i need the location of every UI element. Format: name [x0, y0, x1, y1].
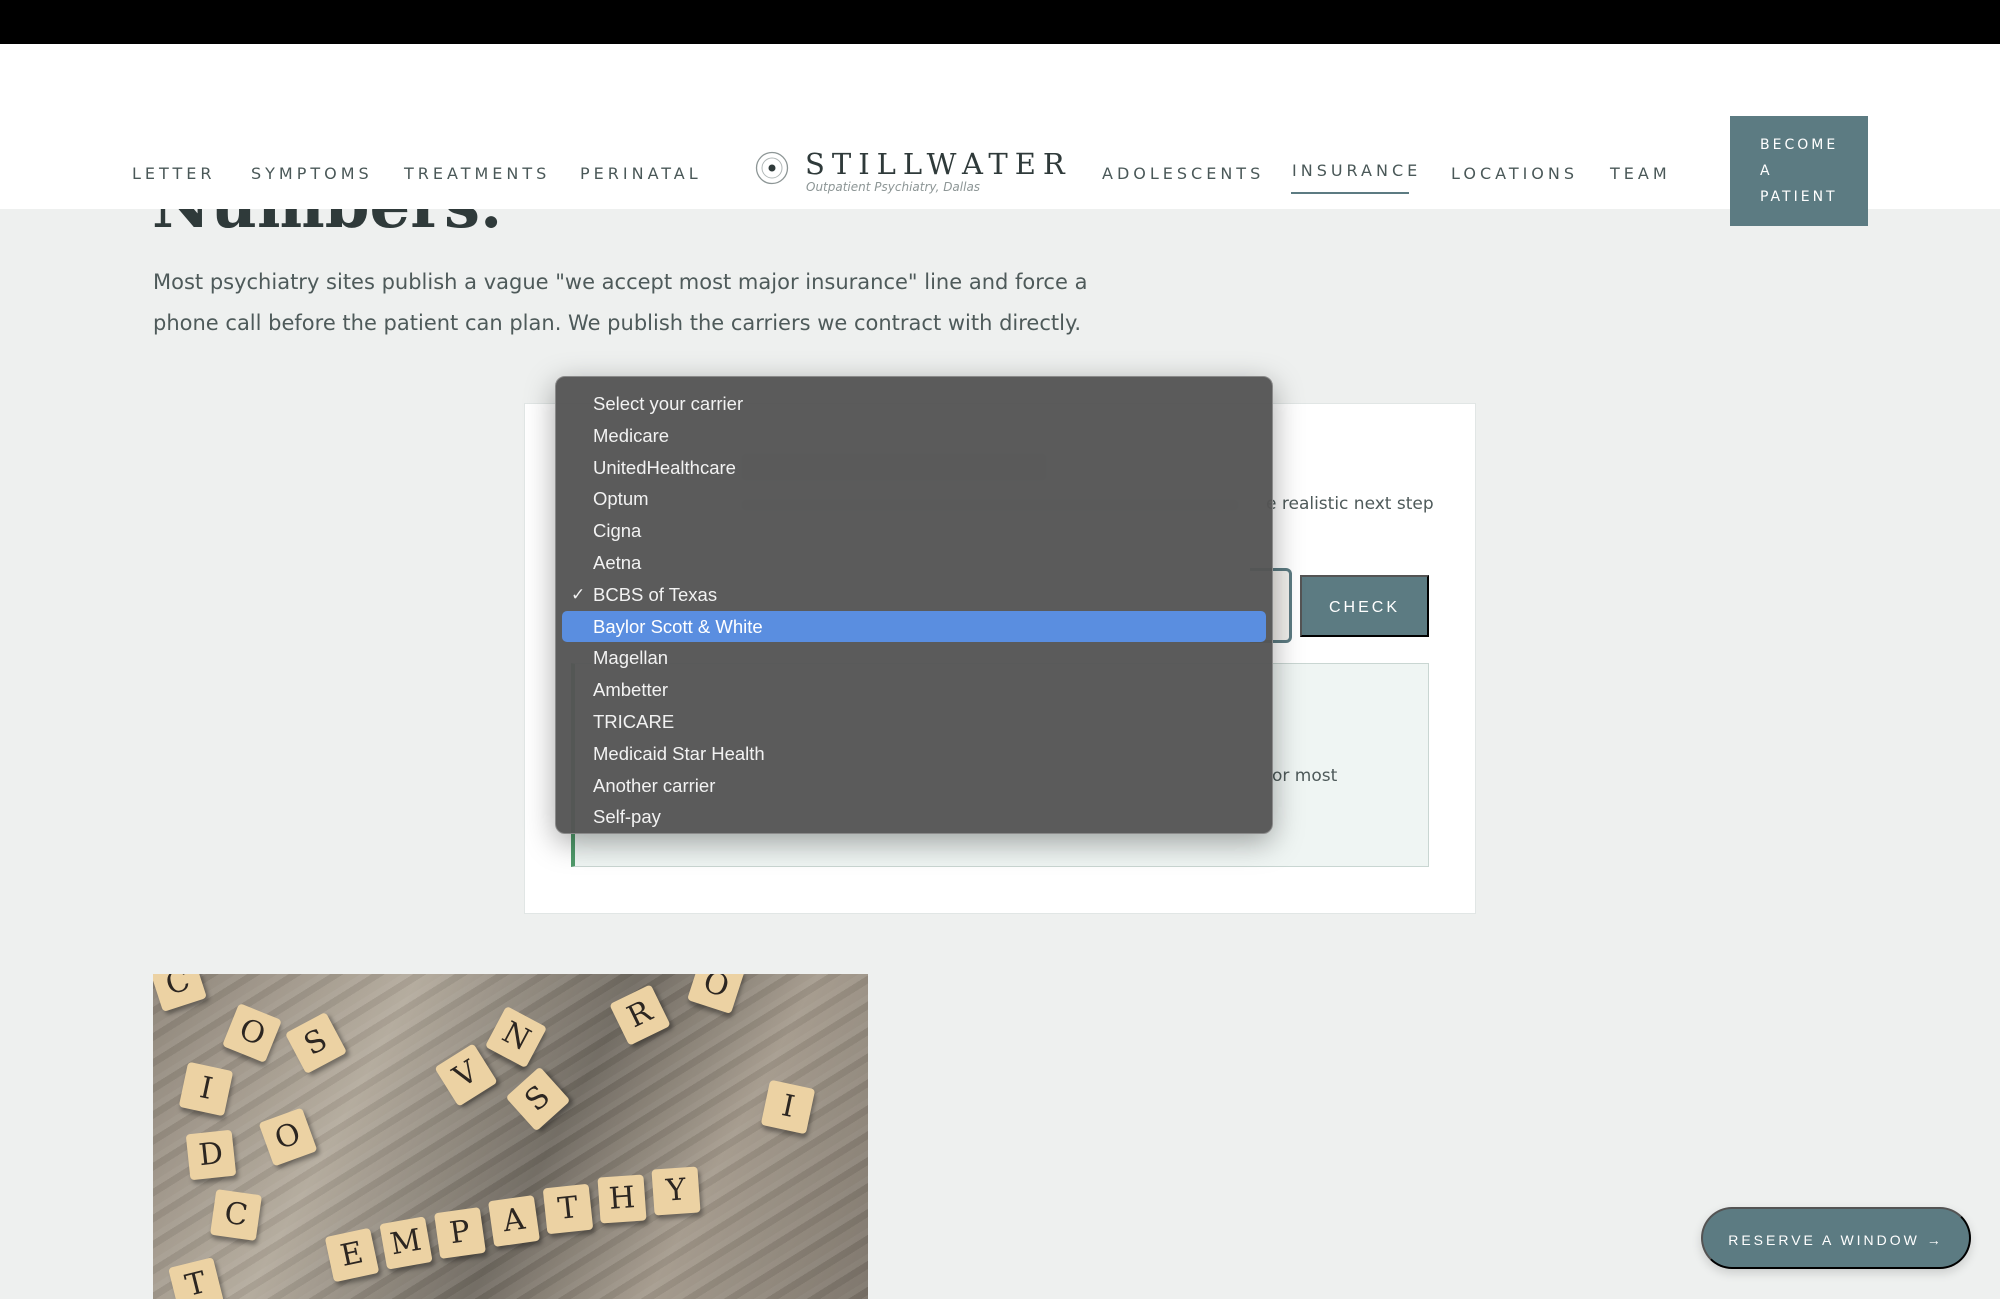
letter-tile: I	[760, 1079, 816, 1135]
check-button[interactable]: CHECK	[1300, 575, 1429, 637]
intro-paragraph: Most psychiatry sites publish a vague "w…	[153, 270, 1088, 335]
carrier-option[interactable]: Self-pay	[562, 801, 1266, 833]
carrier-option[interactable]: Optum	[562, 483, 1266, 515]
nav-perinatal[interactable]: PERINATAL	[580, 164, 702, 183]
letter-tile: T	[542, 1183, 594, 1235]
site-logo[interactable]: STILLWATER Outpatient Psychiatry, Dallas	[755, 147, 1065, 197]
carrier-option[interactable]: Medicare	[562, 420, 1266, 452]
nav-symptoms[interactable]: SYMPTOMS	[251, 164, 373, 183]
logo-subtitle: Outpatient Psychiatry, Dallas	[806, 180, 981, 194]
nav-insurance[interactable]: INSURANCE	[1292, 161, 1421, 180]
nav-treatments[interactable]: TREATMENTS	[404, 164, 550, 183]
carrier-option[interactable]: Select your carrier	[562, 388, 1266, 420]
carrier-option[interactable]: Ambetter	[562, 674, 1266, 706]
carrier-option[interactable]: Medicaid Star Health	[562, 738, 1266, 770]
active-nav-underline	[1291, 192, 1409, 194]
card-description-tail: e realistic next step	[1266, 494, 1434, 514]
letter-tile: A	[488, 1195, 540, 1247]
result-text-tail: or most	[1272, 766, 1338, 786]
nav-team[interactable]: TEAM	[1610, 164, 1671, 183]
become-a-patient-button[interactable]: BECOME A PATIENT	[1730, 116, 1868, 226]
ripple-logo-icon	[755, 151, 789, 185]
nav-locations[interactable]: LOCATIONS	[1451, 164, 1578, 183]
letter-tile: Y	[651, 1166, 701, 1216]
carrier-option[interactable]: UnitedHealthcare	[562, 452, 1266, 484]
carrier-option[interactable]: Cigna	[562, 515, 1266, 547]
carrier-option[interactable]: Magellan	[562, 642, 1266, 674]
carrier-option-selected[interactable]: ✓ BCBS of Texas	[562, 579, 1266, 611]
nav-adolescents[interactable]: ADOLESCENTS	[1102, 164, 1264, 183]
logo-name: STILLWATER	[805, 147, 1072, 181]
carrier-option[interactable]: Aetna	[562, 547, 1266, 579]
reserve-a-window-button[interactable]: RESERVE A WINDOW →	[1701, 1207, 1971, 1269]
letter-tile: M	[379, 1216, 433, 1270]
carrier-option[interactable]: TRICARE	[562, 706, 1266, 738]
carrier-option-highlighted[interactable]: Baylor Scott & White	[562, 610, 1266, 643]
letter-tile: I	[178, 1061, 234, 1117]
letter-tile: E	[324, 1227, 380, 1283]
browser-top-bar	[0, 0, 2000, 44]
carrier-dropdown-menu[interactable]: Select your carrier Medicare UnitedHealt…	[555, 376, 1273, 834]
letter-tile: D	[185, 1129, 237, 1181]
letter-tile: C	[210, 1189, 262, 1241]
checkmark-icon: ✓	[571, 584, 586, 604]
nav-letter[interactable]: LETTER	[132, 164, 216, 183]
site-header: LETTER SYMPTOMS TREATMENTS PERINATAL STI…	[0, 44, 2000, 226]
letter-tile: H	[597, 1174, 647, 1224]
empathy-scrabble-image: C O S I D O C V N S R O I T E M P A T H …	[153, 974, 868, 1299]
carrier-option[interactable]: Another carrier	[562, 770, 1266, 802]
letter-tile: P	[434, 1207, 486, 1259]
